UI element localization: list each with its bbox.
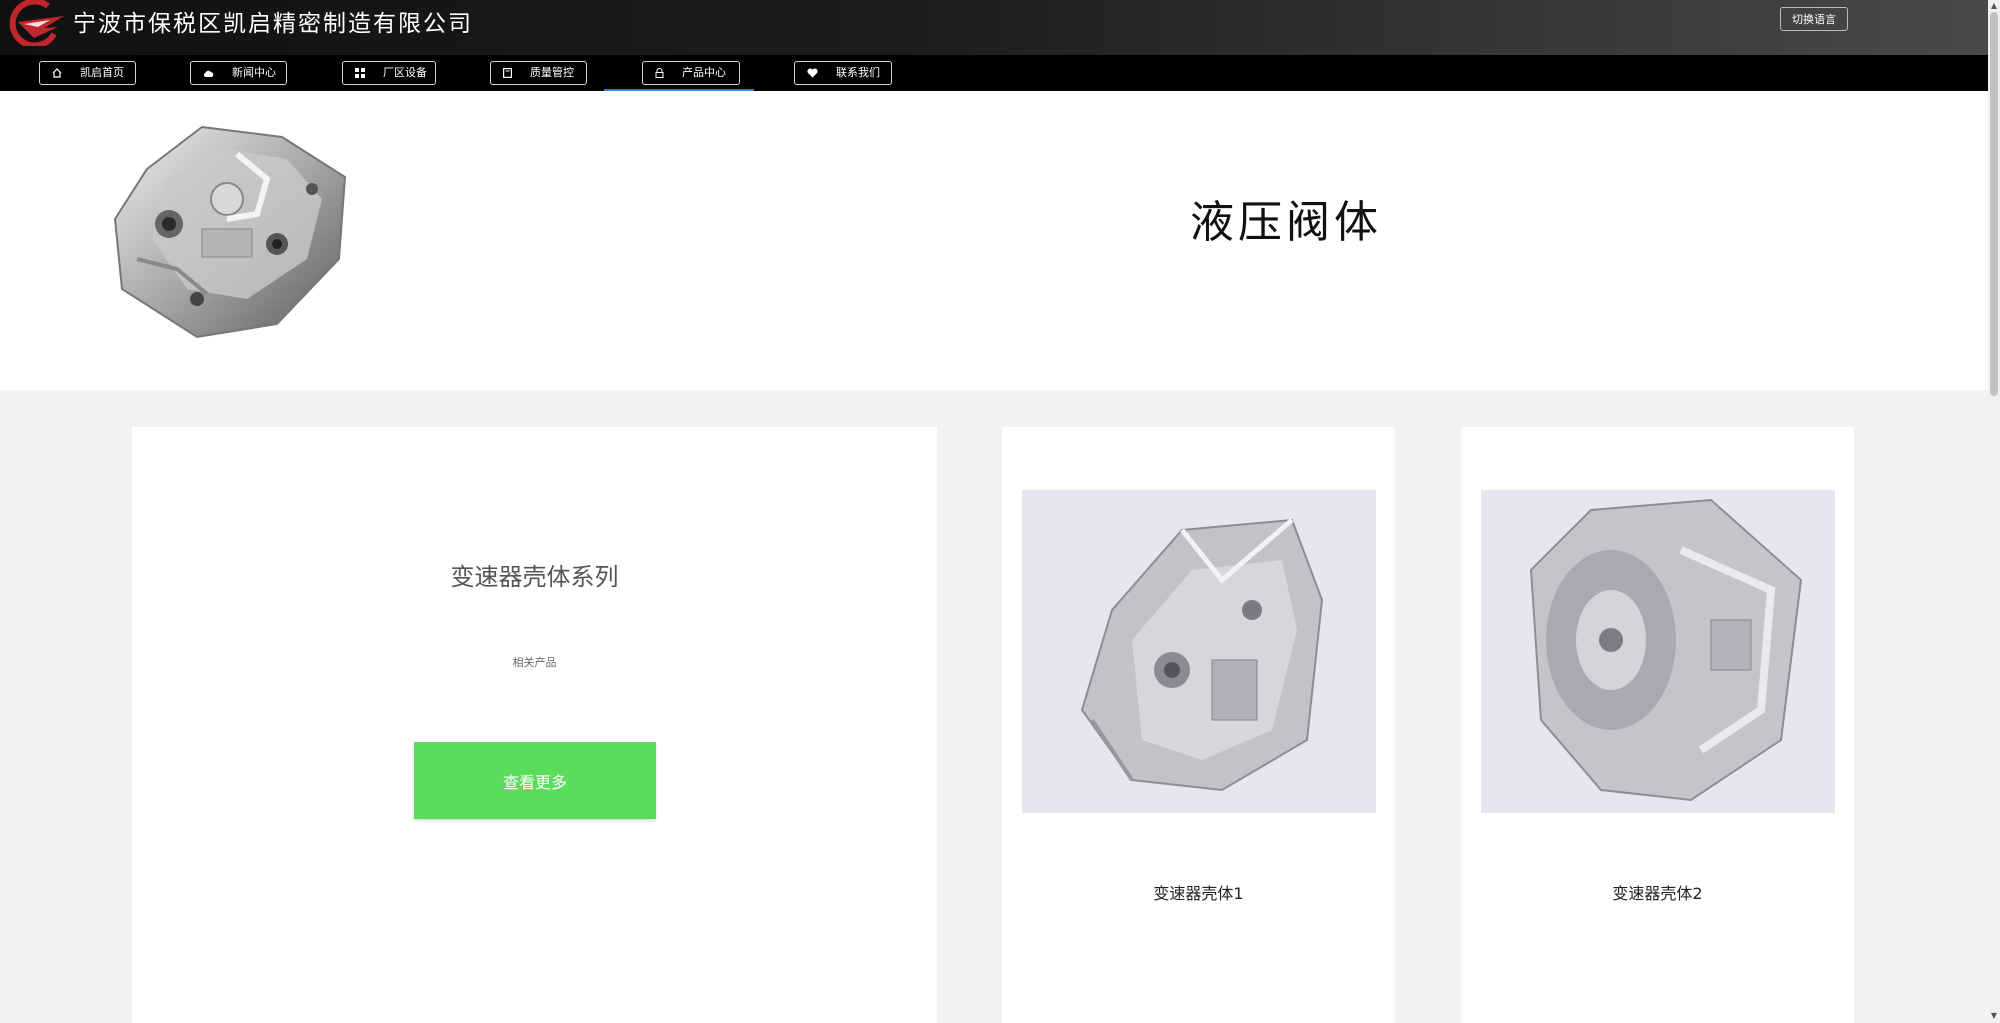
scroll-thumb[interactable] — [1990, 12, 1998, 396]
company-name: 宁波市保税区凯启精密制造有限公司 — [73, 11, 473, 37]
switch-language-button[interactable]: 切换语言 — [1780, 7, 1848, 31]
hydraulic-valve-body-image — [113, 125, 347, 339]
product-hero: 液压阀体 — [0, 91, 1988, 390]
nav-item-news[interactable]: 新闻中心 — [190, 61, 287, 85]
nav-label-facility: 厂区设备 — [383, 66, 427, 79]
view-more-button[interactable]: 查看更多 — [414, 742, 656, 819]
product-name[interactable]: 变速器壳体2 — [1461, 880, 1854, 904]
lock-icon — [655, 68, 664, 78]
nav-label-contact: 联系我们 — [836, 66, 880, 79]
nav-label-quality: 质量管控 — [530, 66, 574, 79]
main-nav: 凯启首页 新闻中心 厂区设备 质量管控 产品中心 联系我们 — [0, 55, 1988, 91]
nav-item-quality[interactable]: 质量管控 — [490, 61, 587, 85]
product-series-card: 变速器壳体系列 相关产品 查看更多 — [132, 427, 937, 1023]
cloud-icon — [203, 70, 214, 77]
grid-icon — [355, 68, 365, 78]
heart-icon — [807, 68, 818, 78]
product-name[interactable]: 变速器壳体1 — [1002, 880, 1395, 904]
home-icon — [52, 68, 62, 78]
nav-label-products: 产品中心 — [682, 66, 726, 79]
book-icon — [503, 68, 512, 78]
nav-item-home[interactable]: 凯启首页 — [39, 61, 136, 85]
nav-label-news: 新闻中心 — [232, 66, 276, 79]
product-card[interactable]: 变速器壳体2 — [1461, 427, 1854, 1023]
company-logo[interactable] — [4, 0, 68, 46]
product-image[interactable] — [1481, 490, 1835, 813]
page-title: 液压阀体 — [1190, 197, 1382, 248]
scroll-up-arrow-icon[interactable]: ▲ — [1990, 1, 1998, 11]
transmission-housing-image — [1481, 490, 1835, 813]
series-subtitle: 相关产品 — [512, 656, 557, 669]
nav-item-products[interactable]: 产品中心 — [642, 61, 740, 85]
nav-item-facility[interactable]: 厂区设备 — [342, 61, 436, 85]
page-scrollbar[interactable]: ▲ ▼ — [1988, 0, 2000, 1023]
series-title: 变速器壳体系列 — [450, 563, 619, 591]
transmission-housing-image — [1022, 490, 1376, 813]
product-card[interactable]: 变速器壳体1 — [1002, 427, 1395, 1023]
header-bar: 宁波市保税区凯启精密制造有限公司 切换语言 — [0, 0, 1988, 55]
product-image[interactable] — [1022, 490, 1376, 813]
nav-item-contact[interactable]: 联系我们 — [794, 61, 892, 85]
scroll-down-arrow-icon[interactable]: ▼ — [1990, 1011, 1998, 1021]
nav-label-home: 凯启首页 — [80, 66, 124, 79]
